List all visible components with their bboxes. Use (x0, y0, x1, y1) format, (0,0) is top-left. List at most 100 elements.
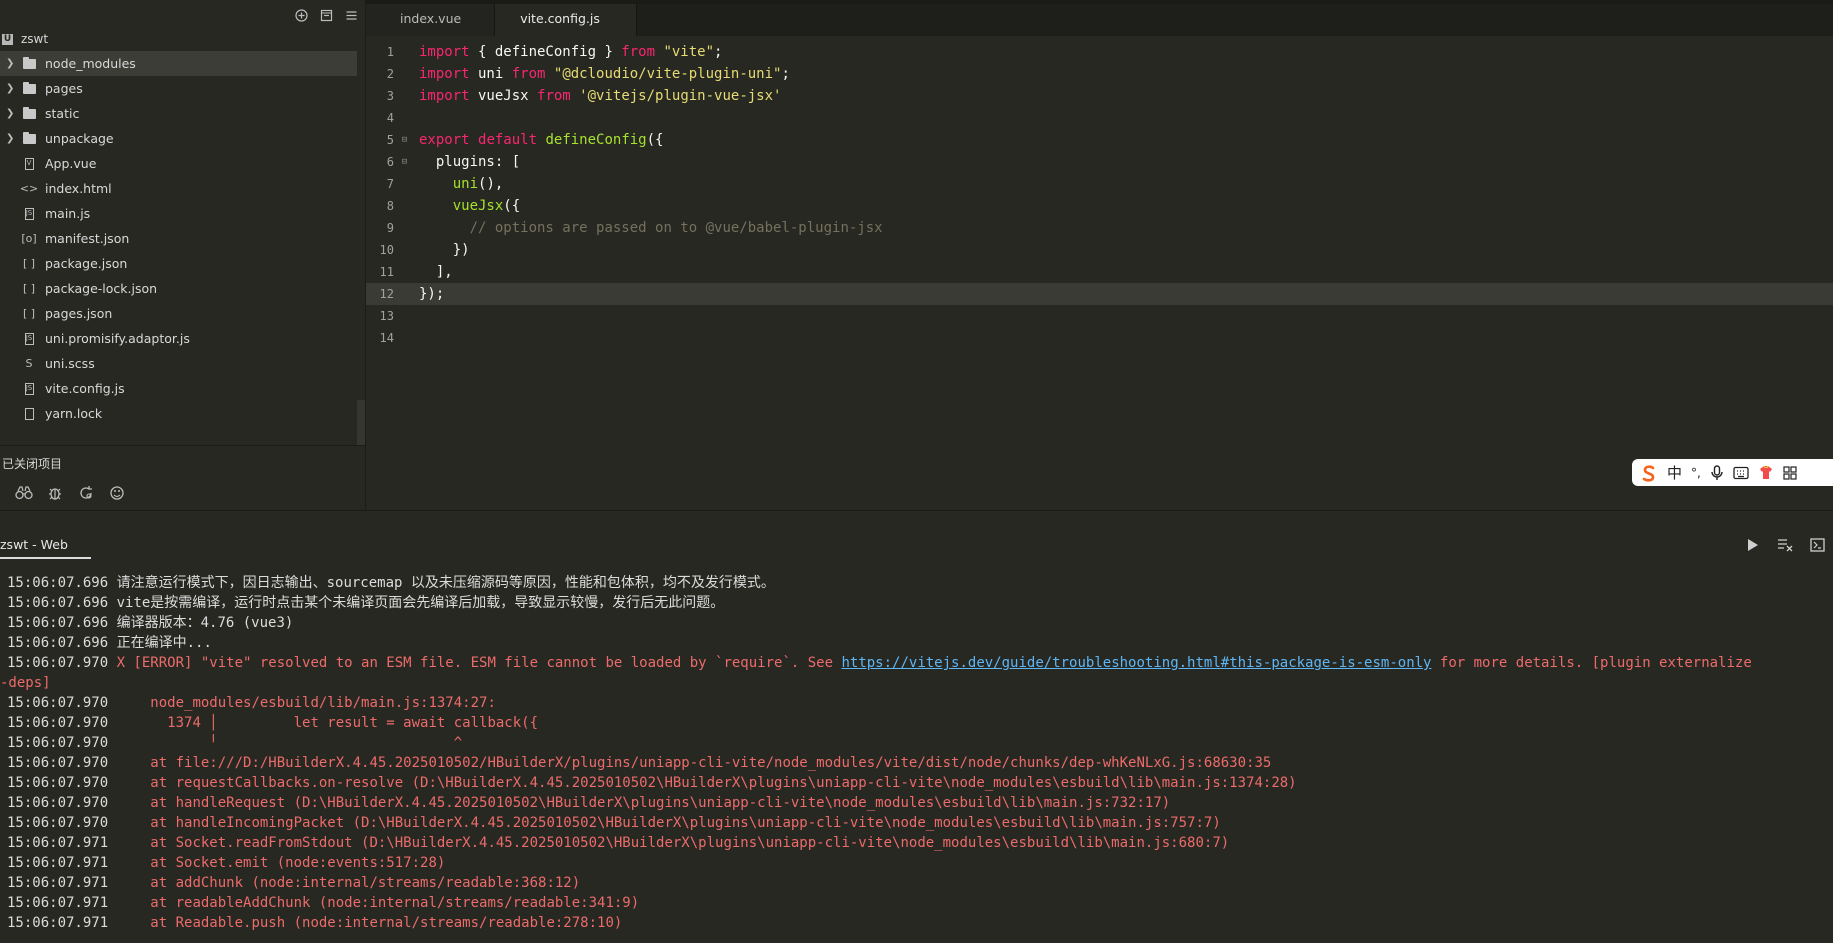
microphone-icon[interactable] (1710, 464, 1724, 481)
code-token: "@dcloudio/vite-plugin-uni" (553, 66, 782, 82)
log-text: ╵ ^ (108, 735, 463, 751)
tree-folder-node-modules[interactable]: ❯ node_modules (0, 51, 357, 76)
tab-label: index.vue (400, 10, 462, 26)
tree-item-label: yarn.lock (45, 406, 103, 421)
tree-folder-unpackage[interactable]: ❯ unpackage (0, 126, 365, 151)
log-message: vite是按需编译，运行时点击某个未编译页面会先编译后加载，导致显示较慢，发行后… (108, 593, 725, 613)
tab-label: vite.config.js (520, 10, 600, 26)
log-timestamp: 15:06:07.696 (7, 575, 109, 591)
closed-projects-label[interactable]: 已关闭项目 (2, 455, 62, 472)
chevron-right-icon: ❯ (6, 58, 15, 69)
log-text: for more details. [plugin externalize (1431, 655, 1752, 671)
code-line[interactable]: 6 ⊟ plugins: [ (366, 151, 1833, 173)
tree-file-uni-promisify-adaptor-js[interactable]: JS uni.promisify.adaptor.js (0, 326, 365, 351)
log-message: 1374 │ let result = await callback({ (108, 713, 538, 733)
code-line[interactable]: 11 ], (366, 261, 1833, 283)
tree-folder-pages[interactable]: ❯ pages (0, 76, 365, 101)
explorer-scrollbar[interactable] (357, 400, 365, 445)
project-root[interactable]: U zswt (0, 30, 48, 48)
tree-file-pages-json[interactable]: [ ] pages.json (0, 301, 365, 326)
code-line[interactable]: 7 uni(), (366, 173, 1833, 195)
tree-file-package-json[interactable]: [ ] package.json (0, 251, 365, 276)
tree-file-manifest-json[interactable]: [o] manifest.json (0, 226, 365, 251)
log-text: vite是按需编译，运行时点击某个未编译页面会先编译后加载，导致显示较慢，发行后… (108, 595, 725, 611)
log-text: at readableAddChunk (node:internal/strea… (108, 895, 640, 911)
code-line[interactable]: 12}); (366, 283, 1833, 305)
code-token: vueJsx (452, 198, 504, 214)
code-line[interactable]: 13 (366, 305, 1833, 327)
line-number: 12 (379, 287, 394, 301)
fold-toggle-icon[interactable]: ⊟ (398, 157, 411, 167)
log-message: node_modules/esbuild/lib/main.js:1374:27… (108, 693, 496, 713)
tree-file-vite-config-js[interactable]: JS vite.config.js (0, 376, 365, 401)
tree-file-index-html[interactable]: <> index.html (0, 176, 365, 201)
collapse-all-icon[interactable] (319, 8, 334, 23)
tab-index-vue[interactable]: index.vue (366, 0, 496, 36)
log-line: 15:06:07.971 at addChunk (node:internal/… (0, 873, 1833, 893)
grid-menu-icon[interactable] (1783, 465, 1797, 480)
ime-punctuation-mode[interactable]: °, (1691, 466, 1701, 480)
code-token: ], (419, 264, 453, 280)
console-tab-zswt-web[interactable]: zswt - Web (0, 537, 68, 552)
log-message: at handleRequest (D:\HBuilderX.4.45.2025… (108, 793, 1170, 813)
code-token: default (478, 132, 538, 148)
code-line[interactable]: 4 (366, 107, 1833, 129)
log-timestamp: 15:06:07.971 (7, 855, 109, 871)
maximize-panel-icon[interactable] (1809, 537, 1825, 553)
tree-file-uni-scss[interactable]: S uni.scss (0, 351, 365, 376)
refresh-settings-icon[interactable] (76, 484, 96, 502)
log-message: at handleIncomingPacket (D:\HBuilderX.4.… (108, 813, 1220, 833)
line-number: 10 (379, 243, 394, 257)
code-line[interactable]: 2 import uni from "@dcloudio/vite-plugin-… (366, 63, 1833, 85)
tab-vite-config-js[interactable]: vite.config.js (495, 0, 637, 36)
console-output[interactable]: 15:06:07.696 请注意运行模式下，因日志输出、sourcemap 以及… (0, 573, 1833, 943)
fold-toggle-icon[interactable]: ⊟ (398, 135, 411, 145)
add-circle-icon[interactable] (294, 8, 309, 23)
clear-log-icon[interactable] (1777, 537, 1793, 553)
tree-item-label: node_modules (45, 56, 136, 71)
keyboard-icon[interactable] (1733, 466, 1749, 480)
chevron-right-icon: ❯ (6, 83, 15, 94)
code-line[interactable]: 9 // options are passed on to @vue/babel… (366, 217, 1833, 239)
code-line[interactable]: 10 }) (366, 239, 1833, 261)
code-token: import (419, 44, 470, 60)
sogou-logo-icon[interactable] (1640, 464, 1658, 482)
code-line[interactable]: 3 import vueJsx from '@vitejs/plugin-vue-… (366, 85, 1833, 107)
log-message: X [ERROR] "vite" resolved to an ESM file… (108, 653, 1752, 673)
tree-folder-static[interactable]: ❯ static (0, 101, 365, 126)
menu-icon[interactable] (344, 8, 359, 23)
tree-file-main-js[interactable]: JS main.js (0, 201, 365, 226)
code-token: uni (452, 176, 479, 192)
log-message: at Readable.push (node:internal/streams/… (108, 913, 622, 933)
code-token: import (419, 88, 470, 104)
bug-icon[interactable] (45, 484, 65, 502)
code-line[interactable]: 8 vueJsx({ (366, 195, 1833, 217)
palette-icon[interactable] (107, 484, 127, 502)
binoculars-icon[interactable] (14, 484, 34, 502)
divider (0, 445, 365, 446)
line-number: 7 (386, 177, 394, 191)
code-token: ; (714, 44, 723, 60)
log-timestamp: 15:06:07.970 (7, 695, 109, 711)
tree-file-package-lock-json[interactable]: [ ] package-lock.json (0, 276, 365, 301)
tree-file-yarn-lock[interactable]: yarn.lock (0, 401, 365, 426)
code-area[interactable]: 1 import { defineConfig } from "vite"; 2 im… (366, 41, 1833, 349)
play-icon[interactable] (1745, 537, 1761, 553)
log-text: at Readable.push (node:internal/streams/… (108, 915, 623, 931)
code-line[interactable]: 1 import { defineConfig } from "vite"; (366, 41, 1833, 63)
skin-icon[interactable] (1758, 465, 1774, 480)
log-timestamp: 15:06:07.696 (7, 595, 109, 611)
log-line: 15:06:07.971 at Readable.push (node:inte… (0, 913, 1833, 933)
line-content: import uni from "@dcloudio/vite-plugin-u… (411, 66, 790, 82)
log-text: 正在编译中... (108, 635, 212, 651)
code-line[interactable]: 14 (366, 327, 1833, 349)
log-timestamp: 15:06:07.970 (7, 735, 109, 751)
code-line[interactable]: 5 ⊟ export default defineConfig({ (366, 129, 1833, 151)
ime-chinese-mode[interactable]: 中 (1667, 462, 1682, 483)
line-number: 6 (386, 155, 394, 169)
troubleshooting-link[interactable]: https://vitejs.dev/guide/troubleshooting… (841, 655, 1431, 671)
active-tab-indicator (0, 557, 91, 559)
tree-file-app-vue[interactable]: V App.vue (0, 151, 365, 176)
js-file-icon: JS (22, 382, 36, 395)
